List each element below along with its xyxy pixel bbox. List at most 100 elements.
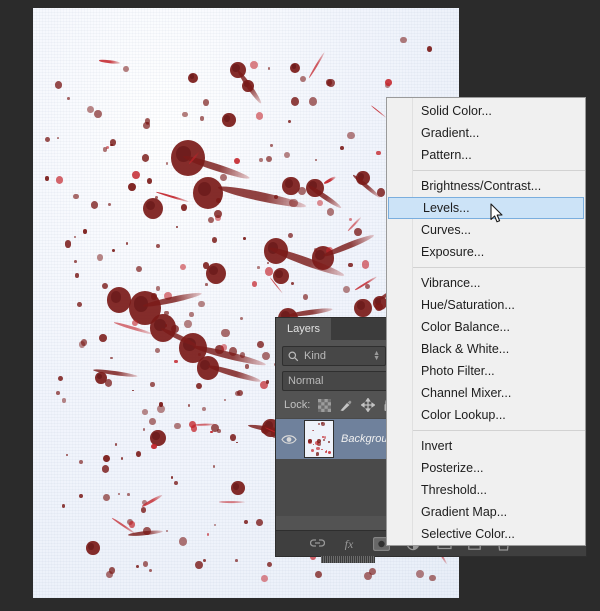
blood-drop	[429, 575, 436, 582]
blood-drop	[266, 380, 269, 383]
blood-drop	[214, 210, 222, 218]
menu-item-color-lookup[interactable]: Color Lookup...	[387, 404, 585, 426]
blood-drop	[105, 379, 112, 387]
blood-drop	[400, 37, 406, 43]
thumbnail-blood-drop	[316, 452, 320, 456]
blood-drop	[191, 425, 197, 432]
blend-mode-select[interactable]: Normal	[282, 371, 400, 391]
menu-item-pattern[interactable]: Pattern...	[387, 144, 585, 166]
blood-drop	[145, 118, 151, 124]
thumbnail-blood-drop	[308, 439, 312, 443]
menu-item-gradient[interactable]: Gradient...	[387, 122, 585, 144]
blood-drop	[103, 147, 107, 151]
blood-drop	[213, 465, 215, 467]
blood-drop	[136, 266, 142, 272]
menu-item-invert[interactable]: Invert	[387, 435, 585, 457]
menu-item-color-balance[interactable]: Color Balance...	[387, 316, 585, 338]
blend-mode-value: Normal	[288, 375, 323, 387]
blood-drop	[198, 353, 201, 356]
blood-drop	[245, 364, 249, 368]
blood-drop	[315, 571, 322, 578]
menu-item-vibrance[interactable]: Vibrance...	[387, 272, 585, 294]
lock-transparent-pixels-icon[interactable]	[318, 399, 331, 412]
blood-drop	[149, 418, 156, 425]
fx-icon[interactable]: fx	[341, 537, 357, 550]
blood-drop	[202, 407, 206, 411]
blood-drop	[340, 146, 344, 150]
blood-drop	[127, 493, 130, 496]
blood-drop	[174, 360, 177, 364]
blood-drop	[142, 154, 149, 161]
thumbnail-blood-drop	[323, 439, 326, 442]
tab-layers[interactable]: Layers	[276, 318, 331, 340]
menu-item-gradient-map[interactable]: Gradient Map...	[387, 501, 585, 523]
blood-drop	[327, 79, 335, 87]
menu-item-curves[interactable]: Curves...	[387, 219, 585, 241]
menu-item-photo-filter[interactable]: Photo Filter...	[387, 360, 585, 382]
thumbnail-blood-drop	[321, 449, 323, 451]
blood-drop	[288, 120, 291, 123]
thumbnail-blood-drop	[320, 457, 324, 458]
layer-filter-kind-select[interactable]: Kind ▲▼	[282, 346, 386, 366]
blood-drop	[57, 137, 59, 139]
menu-item-solid-color[interactable]: Solid Color...	[387, 100, 585, 122]
blood-drop	[427, 46, 433, 52]
blood-drop	[376, 151, 380, 155]
blood-drop	[416, 570, 424, 578]
blood-drop	[259, 158, 263, 162]
blood-drop	[149, 569, 152, 572]
new-adjustment-layer-menu[interactable]: Solid Color...Gradient...Pattern... Brigh…	[386, 97, 586, 546]
app-root: Layers Kind ▲▼	[0, 0, 600, 611]
blood-drop	[220, 174, 227, 181]
blood-drop	[270, 144, 272, 146]
menu-item-levels[interactable]: Levels...	[388, 197, 584, 219]
blood-streak	[219, 501, 245, 503]
thumbnail-blood-drop	[311, 449, 314, 452]
menu-item-brightness-contrast[interactable]: Brightness/Contrast...	[387, 175, 585, 197]
blood-drop	[200, 116, 204, 120]
blood-drop	[203, 559, 206, 562]
blood-drop	[155, 196, 158, 199]
menu-item-selective-color[interactable]: Selective Color...	[387, 523, 585, 545]
blood-drop	[65, 240, 72, 247]
arrow-cursor	[490, 203, 504, 224]
eye-icon[interactable]	[281, 433, 297, 446]
blood-drop	[224, 115, 230, 122]
chevron-updown-icon[interactable]: ▲▼	[373, 351, 380, 361]
blood-drop	[146, 201, 155, 210]
lock-image-pixels-icon[interactable]	[339, 399, 353, 412]
blood-drop	[132, 171, 140, 179]
menu-item-hue-saturation[interactable]: Hue/Saturation...	[387, 294, 585, 316]
menu-item-list: Solid Color...Gradient...Pattern... Brigh…	[387, 100, 585, 545]
thumbnail-blood-drop	[328, 451, 331, 454]
blood-drop	[195, 561, 203, 569]
blood-drop	[150, 382, 154, 387]
blood-drop	[182, 112, 188, 118]
search-icon	[288, 351, 299, 362]
blood-drop	[221, 329, 229, 338]
blood-drop	[190, 74, 195, 79]
menu-item-channel-mixer[interactable]: Channel Mixer...	[387, 382, 585, 404]
blood-drop	[147, 178, 152, 183]
horizontal-scrollbar[interactable]	[321, 556, 375, 563]
menu-item-black-white[interactable]: Black & White...	[387, 338, 585, 360]
blood-drop	[180, 264, 186, 270]
svg-text:fx: fx	[345, 537, 354, 550]
tab-layers-label: Layers	[287, 323, 320, 335]
blood-drop	[74, 260, 76, 263]
menu-item-threshold[interactable]: Threshold...	[387, 479, 585, 501]
thumbnail-blood-drop	[324, 436, 326, 438]
lock-position-icon[interactable]	[361, 398, 375, 412]
thumbnail-blood-drop	[316, 447, 319, 450]
blood-drop	[362, 260, 370, 268]
blood-drop	[266, 156, 272, 162]
menu-item-posterize[interactable]: Posterize...	[387, 457, 585, 479]
menu-item-exposure[interactable]: Exposure...	[387, 241, 585, 263]
blood-drop	[151, 444, 156, 450]
blood-drop	[56, 391, 60, 395]
link-layers-icon[interactable]	[310, 538, 325, 549]
blood-drop	[67, 97, 70, 100]
layer-filter-kind-value: Kind	[304, 350, 326, 362]
blood-drop	[79, 341, 86, 348]
blood-drop	[256, 519, 263, 526]
